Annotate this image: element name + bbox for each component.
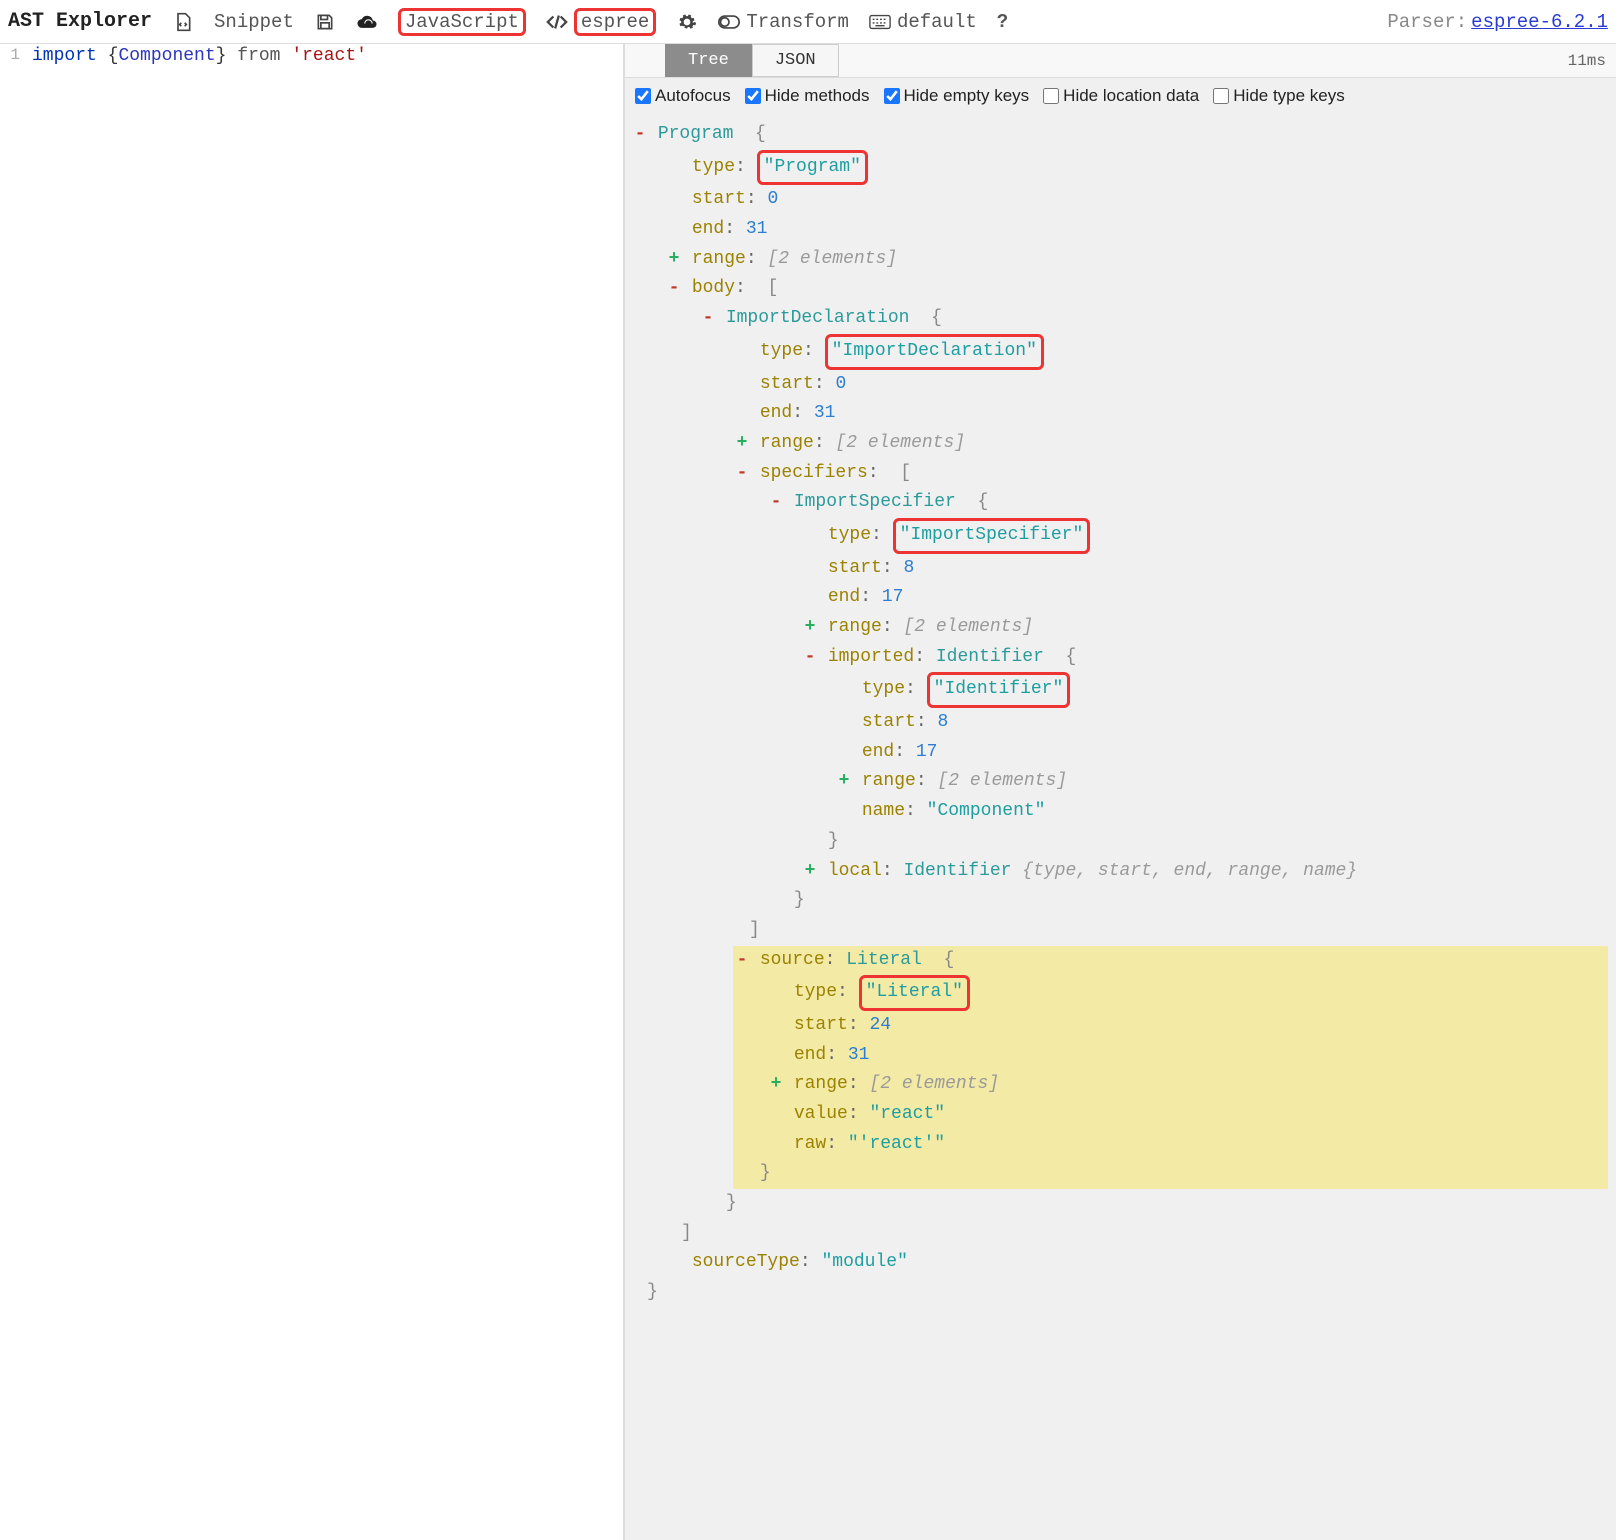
node-name[interactable]: Identifier	[903, 861, 1011, 881]
opt-hide-methods[interactable]: Hide methods	[745, 86, 870, 106]
keyboard-icon	[869, 11, 891, 33]
node-name[interactable]: ImportDeclaration	[726, 308, 910, 328]
tree-options: Autofocus Hide methods Hide empty keys H…	[625, 78, 1616, 114]
cloud-button[interactable]	[348, 7, 386, 37]
language-label: JavaScript	[398, 8, 526, 36]
save-button[interactable]	[306, 7, 344, 37]
toggle-collapse[interactable]: -	[633, 120, 647, 150]
opt-hide-location[interactable]: Hide location data	[1043, 86, 1199, 106]
node-import-specifier[interactable]: - ImportSpecifier { type: "ImportSpecifi…	[769, 488, 1608, 916]
language-selector[interactable]: JavaScript	[390, 4, 534, 40]
ast-tree[interactable]: - Program { type: "Program" start: 0 end…	[625, 114, 1616, 1540]
code-editor[interactable]: 1 import {Component} from 'react'	[0, 44, 625, 1540]
opt-hide-empty-checkbox[interactable]	[884, 88, 900, 104]
toggle-expand[interactable]: +	[769, 1070, 783, 1100]
snippet-menu[interactable]: Snippet	[206, 7, 302, 37]
help-label: ?	[997, 11, 1008, 33]
cloud-icon	[356, 11, 378, 33]
keymap-label: default	[897, 11, 977, 33]
parser-version-link[interactable]: espree-6.2.1	[1471, 11, 1608, 33]
transform-toggle[interactable]: Transform	[710, 7, 857, 37]
node-name[interactable]: Program	[658, 124, 734, 144]
opt-hide-type-checkbox[interactable]	[1213, 88, 1229, 104]
opt-autofocus[interactable]: Autofocus	[635, 86, 731, 106]
code-icon	[546, 11, 568, 33]
toggle-collapse[interactable]: -	[803, 643, 817, 673]
parser-selector[interactable]: espree	[538, 4, 664, 40]
transform-label: Transform	[746, 11, 849, 33]
opt-hide-empty[interactable]: Hide empty keys	[884, 86, 1030, 106]
node-import-declaration[interactable]: - ImportDeclaration { type: "ImportDecla…	[701, 304, 1608, 1219]
toggle-expand[interactable]: +	[667, 245, 681, 275]
parser-settings-button[interactable]	[668, 7, 706, 37]
node-name[interactable]: ImportSpecifier	[794, 492, 956, 512]
app-title: AST Explorer	[8, 10, 160, 33]
gear-icon	[676, 11, 698, 33]
toggle-collapse[interactable]: -	[735, 946, 749, 976]
opt-hide-methods-checkbox[interactable]	[745, 88, 761, 104]
toggle-collapse[interactable]: -	[769, 488, 783, 518]
opt-hide-type[interactable]: Hide type keys	[1213, 86, 1345, 106]
code-line: import {Component} from 'react'	[0, 44, 623, 66]
main-split: 1 import {Component} from 'react' Tree J…	[0, 44, 1616, 1540]
toggle-expand[interactable]: +	[803, 857, 817, 887]
toolbar: AST Explorer Snippet JavaScript espree	[0, 0, 1616, 44]
node-program[interactable]: - Program { type: "Program" start: 0 end…	[633, 120, 1608, 1308]
keymap-selector[interactable]: default	[861, 7, 985, 37]
snippet-new-button[interactable]	[164, 7, 202, 37]
opt-autofocus-checkbox[interactable]	[635, 88, 651, 104]
snippet-label: Snippet	[214, 11, 294, 33]
save-icon	[314, 11, 336, 33]
output-panel: Tree JSON 11ms Autofocus Hide methods Hi…	[625, 44, 1616, 1540]
toggle-collapse[interactable]: -	[701, 304, 715, 334]
code-file-icon	[172, 11, 194, 33]
toggle-collapse[interactable]: -	[667, 274, 681, 304]
help-button[interactable]: ?	[989, 7, 1016, 37]
highlighted-node: - source: Literal { type: "Literal" star…	[733, 946, 1608, 1190]
opt-hide-location-checkbox[interactable]	[1043, 88, 1059, 104]
parser-label: espree	[574, 8, 656, 36]
parser-version-label: Parser:	[1387, 11, 1467, 33]
node-name[interactable]: Identifier	[936, 647, 1044, 667]
toggle-expand[interactable]: +	[803, 613, 817, 643]
output-tabs: Tree JSON 11ms	[625, 44, 1616, 78]
tab-json[interactable]: JSON	[752, 44, 839, 77]
parse-timing: 11ms	[1568, 52, 1616, 70]
tab-tree[interactable]: Tree	[665, 44, 752, 77]
toggle-expand[interactable]: +	[837, 767, 851, 797]
toggle-expand[interactable]: +	[735, 429, 749, 459]
toggle-collapse[interactable]: -	[735, 459, 749, 489]
node-name[interactable]: Literal	[846, 950, 922, 970]
line-number: 1	[0, 44, 26, 64]
toggle-icon	[718, 11, 740, 33]
